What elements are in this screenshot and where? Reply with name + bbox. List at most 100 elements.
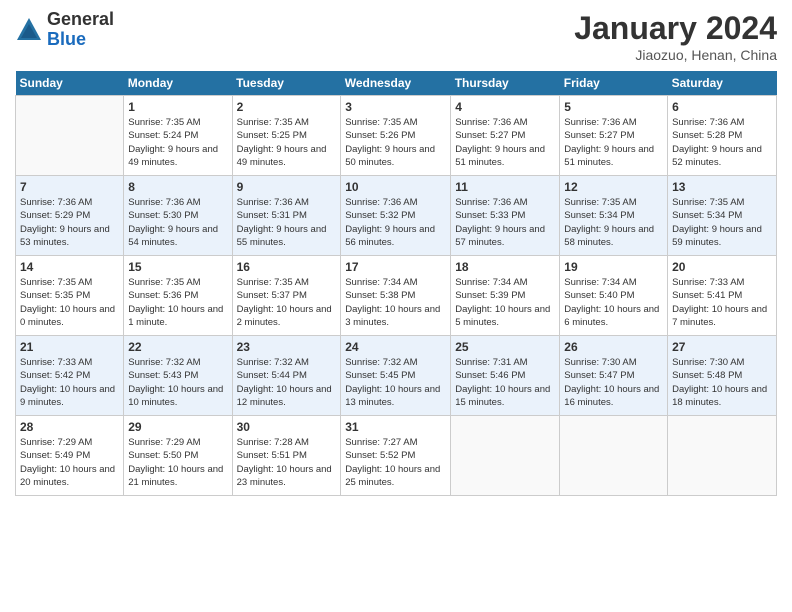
calendar-cell: 15 Sunrise: 7:35 AMSunset: 5:36 PMDayligh… bbox=[124, 256, 232, 336]
calendar-cell: 18 Sunrise: 7:34 AMSunset: 5:39 PMDayligh… bbox=[451, 256, 560, 336]
calendar-cell: 29 Sunrise: 7:29 AMSunset: 5:50 PMDayligh… bbox=[124, 416, 232, 496]
day-info: Sunrise: 7:32 AMSunset: 5:45 PMDaylight:… bbox=[345, 356, 446, 409]
day-info: Sunrise: 7:28 AMSunset: 5:51 PMDaylight:… bbox=[237, 436, 337, 489]
day-info: Sunrise: 7:35 AMSunset: 5:34 PMDaylight:… bbox=[672, 196, 772, 249]
calendar-cell: 26 Sunrise: 7:30 AMSunset: 5:47 PMDayligh… bbox=[560, 336, 668, 416]
col-sunday: Sunday bbox=[16, 71, 124, 96]
day-info: Sunrise: 7:35 AMSunset: 5:24 PMDaylight:… bbox=[128, 116, 227, 169]
calendar-cell: 31Sunrise: 7:27 AMSunset: 5:52 PMDayligh… bbox=[341, 416, 451, 496]
day-number: 26 bbox=[564, 340, 663, 354]
day-info: Sunrise: 7:35 AMSunset: 5:26 PMDaylight:… bbox=[345, 116, 446, 169]
day-number: 23 bbox=[237, 340, 337, 354]
day-info: Sunrise: 7:35 AMSunset: 5:36 PMDaylight:… bbox=[128, 276, 227, 329]
calendar-cell: 4Sunrise: 7:36 AMSunset: 5:27 PMDaylight… bbox=[451, 96, 560, 176]
day-info: Sunrise: 7:29 AMSunset: 5:50 PMDaylight:… bbox=[128, 436, 227, 489]
logo-general: General bbox=[47, 10, 114, 30]
calendar-week-3: 14Sunrise: 7:35 AMSunset: 5:35 PMDayligh… bbox=[16, 256, 777, 336]
col-wednesday: Wednesday bbox=[341, 71, 451, 96]
calendar-cell bbox=[16, 96, 124, 176]
calendar-table: Sunday Monday Tuesday Wednesday Thursday… bbox=[15, 71, 777, 496]
calendar-cell: 9 Sunrise: 7:36 AMSunset: 5:31 PMDaylight… bbox=[232, 176, 341, 256]
day-number: 11 bbox=[455, 180, 555, 194]
calendar-cell: 20Sunrise: 7:33 AMSunset: 5:41 PMDayligh… bbox=[668, 256, 777, 336]
calendar-cell: 14Sunrise: 7:35 AMSunset: 5:35 PMDayligh… bbox=[16, 256, 124, 336]
logo: General Blue bbox=[15, 10, 114, 50]
col-friday: Friday bbox=[560, 71, 668, 96]
calendar-cell: 27Sunrise: 7:30 AMSunset: 5:48 PMDayligh… bbox=[668, 336, 777, 416]
day-number: 12 bbox=[564, 180, 663, 194]
calendar-cell: 17 Sunrise: 7:34 AMSunset: 5:38 PMDayligh… bbox=[341, 256, 451, 336]
day-info: Sunrise: 7:34 AMSunset: 5:40 PMDaylight:… bbox=[564, 276, 663, 329]
day-number: 15 bbox=[128, 260, 227, 274]
day-info: Sunrise: 7:36 AMSunset: 5:32 PMDaylight:… bbox=[345, 196, 446, 249]
day-number: 13 bbox=[672, 180, 772, 194]
day-number: 18 bbox=[455, 260, 555, 274]
day-number: 25 bbox=[455, 340, 555, 354]
calendar-cell: 11Sunrise: 7:36 AMSunset: 5:33 PMDayligh… bbox=[451, 176, 560, 256]
calendar-cell: 12 Sunrise: 7:35 AMSunset: 5:34 PMDayligh… bbox=[560, 176, 668, 256]
day-number: 8 bbox=[128, 180, 227, 194]
day-number: 1 bbox=[128, 100, 227, 114]
calendar-week-1: 1 Sunrise: 7:35 AMSunset: 5:24 PMDaylight… bbox=[16, 96, 777, 176]
day-info: Sunrise: 7:34 AMSunset: 5:38 PMDaylight:… bbox=[345, 276, 446, 329]
calendar-week-5: 28 Sunrise: 7:29 AMSunset: 5:49 PMDayligh… bbox=[16, 416, 777, 496]
calendar-cell: 10 Sunrise: 7:36 AMSunset: 5:32 PMDayligh… bbox=[341, 176, 451, 256]
day-info: Sunrise: 7:35 AMSunset: 5:34 PMDaylight:… bbox=[564, 196, 663, 249]
title-area: January 2024 Jiaozuo, Henan, China bbox=[574, 10, 777, 63]
day-number: 5 bbox=[564, 100, 663, 114]
day-number: 29 bbox=[128, 420, 227, 434]
logo-text: General Blue bbox=[47, 10, 114, 50]
day-info: Sunrise: 7:35 AMSunset: 5:25 PMDaylight:… bbox=[237, 116, 337, 169]
day-info: Sunrise: 7:32 AMSunset: 5:43 PMDaylight:… bbox=[128, 356, 227, 409]
calendar-cell: 28 Sunrise: 7:29 AMSunset: 5:49 PMDayligh… bbox=[16, 416, 124, 496]
calendar-cell: 23 Sunrise: 7:32 AMSunset: 5:44 PMDayligh… bbox=[232, 336, 341, 416]
calendar-cell: 7 Sunrise: 7:36 AMSunset: 5:29 PMDaylight… bbox=[16, 176, 124, 256]
calendar-cell: 6Sunrise: 7:36 AMSunset: 5:28 PMDaylight… bbox=[668, 96, 777, 176]
col-tuesday: Tuesday bbox=[232, 71, 341, 96]
month-title: January 2024 bbox=[574, 10, 777, 47]
day-number: 3 bbox=[345, 100, 446, 114]
day-info: Sunrise: 7:36 AMSunset: 5:27 PMDaylight:… bbox=[564, 116, 663, 169]
calendar-cell: 5 Sunrise: 7:36 AMSunset: 5:27 PMDaylight… bbox=[560, 96, 668, 176]
day-number: 28 bbox=[20, 420, 119, 434]
day-number: 22 bbox=[128, 340, 227, 354]
calendar-cell: 3 Sunrise: 7:35 AMSunset: 5:26 PMDaylight… bbox=[341, 96, 451, 176]
day-info: Sunrise: 7:27 AMSunset: 5:52 PMDaylight:… bbox=[345, 436, 446, 489]
logo-blue: Blue bbox=[47, 30, 114, 50]
day-info: Sunrise: 7:33 AMSunset: 5:42 PMDaylight:… bbox=[20, 356, 119, 409]
calendar-cell: 16Sunrise: 7:35 AMSunset: 5:37 PMDayligh… bbox=[232, 256, 341, 336]
day-number: 10 bbox=[345, 180, 446, 194]
day-number: 2 bbox=[237, 100, 337, 114]
col-monday: Monday bbox=[124, 71, 232, 96]
calendar-cell: 22 Sunrise: 7:32 AMSunset: 5:43 PMDayligh… bbox=[124, 336, 232, 416]
calendar-cell: 30Sunrise: 7:28 AMSunset: 5:51 PMDayligh… bbox=[232, 416, 341, 496]
calendar-cell: 13 Sunrise: 7:35 AMSunset: 5:34 PMDayligh… bbox=[668, 176, 777, 256]
day-info: Sunrise: 7:29 AMSunset: 5:49 PMDaylight:… bbox=[20, 436, 119, 489]
calendar-cell bbox=[560, 416, 668, 496]
day-number: 17 bbox=[345, 260, 446, 274]
calendar-cell bbox=[668, 416, 777, 496]
day-number: 7 bbox=[20, 180, 119, 194]
day-info: Sunrise: 7:30 AMSunset: 5:48 PMDaylight:… bbox=[672, 356, 772, 409]
calendar-cell: 24Sunrise: 7:32 AMSunset: 5:45 PMDayligh… bbox=[341, 336, 451, 416]
logo-icon bbox=[15, 16, 43, 44]
day-info: Sunrise: 7:36 AMSunset: 5:29 PMDaylight:… bbox=[20, 196, 119, 249]
day-info: Sunrise: 7:32 AMSunset: 5:44 PMDaylight:… bbox=[237, 356, 337, 409]
day-info: Sunrise: 7:36 AMSunset: 5:31 PMDaylight:… bbox=[237, 196, 337, 249]
calendar-cell: 21 Sunrise: 7:33 AMSunset: 5:42 PMDayligh… bbox=[16, 336, 124, 416]
calendar-cell: 25Sunrise: 7:31 AMSunset: 5:46 PMDayligh… bbox=[451, 336, 560, 416]
day-info: Sunrise: 7:35 AMSunset: 5:35 PMDaylight:… bbox=[20, 276, 119, 329]
main-container: General Blue January 2024 Jiaozuo, Henan… bbox=[0, 0, 792, 506]
day-number: 9 bbox=[237, 180, 337, 194]
col-saturday: Saturday bbox=[668, 71, 777, 96]
header-row: Sunday Monday Tuesday Wednesday Thursday… bbox=[16, 71, 777, 96]
day-info: Sunrise: 7:36 AMSunset: 5:27 PMDaylight:… bbox=[455, 116, 555, 169]
day-info: Sunrise: 7:34 AMSunset: 5:39 PMDaylight:… bbox=[455, 276, 555, 329]
day-number: 19 bbox=[564, 260, 663, 274]
calendar-week-2: 7 Sunrise: 7:36 AMSunset: 5:29 PMDaylight… bbox=[16, 176, 777, 256]
day-number: 21 bbox=[20, 340, 119, 354]
page-header: General Blue January 2024 Jiaozuo, Henan… bbox=[15, 10, 777, 63]
calendar-cell: 1 Sunrise: 7:35 AMSunset: 5:24 PMDaylight… bbox=[124, 96, 232, 176]
day-info: Sunrise: 7:36 AMSunset: 5:30 PMDaylight:… bbox=[128, 196, 227, 249]
day-info: Sunrise: 7:30 AMSunset: 5:47 PMDaylight:… bbox=[564, 356, 663, 409]
